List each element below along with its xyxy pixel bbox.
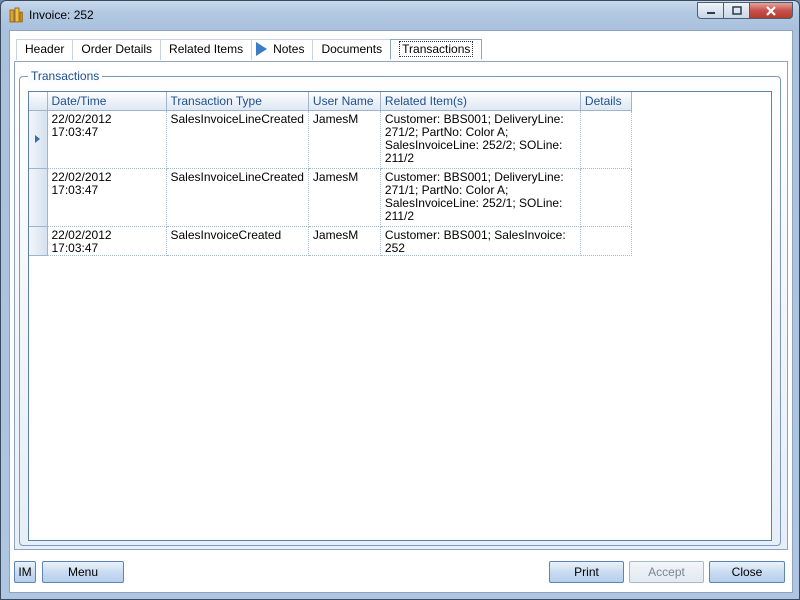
row-header-corner[interactable] xyxy=(29,92,48,111)
tab-header[interactable]: Header xyxy=(16,39,74,60)
im-button[interactable]: IM xyxy=(14,561,36,583)
minimize-icon xyxy=(706,11,715,14)
transactions-table: Date/Time Transaction Type User Name Rel… xyxy=(29,92,632,256)
table-row[interactable]: 22/02/2012 17:03:47 SalesInvoiceCreated … xyxy=(29,226,632,256)
column-header-user-name[interactable]: User Name xyxy=(308,92,381,111)
cell-date-time[interactable]: 22/02/2012 17:03:47 xyxy=(47,168,167,227)
current-row-arrow-icon xyxy=(35,134,41,143)
column-header-related-items[interactable]: Related Item(s) xyxy=(380,92,581,111)
tab-label: Header xyxy=(25,42,65,56)
app-icon xyxy=(9,7,23,23)
tab-notes[interactable]: Notes xyxy=(251,39,314,60)
tab-label: Related Items xyxy=(169,42,244,56)
tab-transactions[interactable]: Transactions xyxy=(390,39,483,60)
tab-strip: Header Order Details Related Items Notes… xyxy=(16,39,483,61)
maximize-button[interactable] xyxy=(723,2,749,19)
tab-panel-transactions: Transactions Date/Time Transaction Type … xyxy=(14,61,788,550)
column-header-details[interactable]: Details xyxy=(580,92,632,111)
table-row[interactable]: 22/02/2012 17:03:47 SalesInvoiceLineCrea… xyxy=(29,168,632,227)
print-button[interactable]: Print xyxy=(549,561,624,583)
cell-user-name[interactable]: JamesM xyxy=(308,110,381,169)
row-header[interactable] xyxy=(29,110,48,169)
cell-date-time[interactable]: 22/02/2012 17:03:47 xyxy=(47,110,167,169)
close-button[interactable]: Close xyxy=(709,561,785,583)
window-client: Header Order Details Related Items Notes… xyxy=(9,30,793,593)
cell-date-time[interactable]: 22/02/2012 17:03:47 xyxy=(47,226,167,256)
minimize-button[interactable] xyxy=(697,2,723,19)
cell-related-items[interactable]: Customer: BBS001; SalesInvoice: 252 xyxy=(380,226,581,256)
row-header[interactable] xyxy=(29,226,48,256)
cell-details[interactable] xyxy=(580,226,632,256)
tab-label: Transactions xyxy=(399,41,474,57)
tab-label: Order Details xyxy=(81,42,153,56)
cell-transaction-type[interactable]: SalesInvoiceLineCreated xyxy=(166,110,309,169)
cell-transaction-type[interactable]: SalesInvoiceCreated xyxy=(166,226,309,256)
cell-related-items[interactable]: Customer: BBS001; DeliveryLine: 271/2; P… xyxy=(380,110,581,169)
column-header-date-time[interactable]: Date/Time xyxy=(47,92,167,111)
close-icon xyxy=(766,5,776,16)
window-controls xyxy=(697,2,793,20)
invoice-window: Invoice: 252 Header Order Details Relate… xyxy=(0,0,800,600)
close-window-button[interactable] xyxy=(749,2,793,19)
tab-related-items[interactable]: Related Items xyxy=(160,39,253,60)
tab-label: Notes xyxy=(273,42,305,56)
play-arrow-icon xyxy=(256,42,268,56)
maximize-icon xyxy=(731,6,742,15)
column-header-transaction-type[interactable]: Transaction Type xyxy=(166,92,309,111)
tab-label: Documents xyxy=(321,42,383,56)
cell-related-items[interactable]: Customer: BBS001; DeliveryLine: 271/1; P… xyxy=(380,168,581,227)
bottom-button-bar: IM Menu Print Accept Close xyxy=(12,553,788,587)
cell-user-name[interactable]: JamesM xyxy=(308,226,381,256)
title-bar[interactable]: Invoice: 252 xyxy=(1,1,799,29)
cell-details[interactable] xyxy=(580,168,632,227)
cell-user-name[interactable]: JamesM xyxy=(308,168,381,227)
tab-documents[interactable]: Documents xyxy=(312,39,392,60)
tab-order-details[interactable]: Order Details xyxy=(72,39,162,60)
transactions-grid[interactable]: Date/Time Transaction Type User Name Rel… xyxy=(28,91,772,541)
transactions-group: Transactions Date/Time Transaction Type … xyxy=(19,69,781,546)
cell-transaction-type[interactable]: SalesInvoiceLineCreated xyxy=(166,168,309,227)
group-label: Transactions xyxy=(28,69,103,83)
cell-details[interactable] xyxy=(580,110,632,169)
window-title: Invoice: 252 xyxy=(29,8,94,22)
header-row: Date/Time Transaction Type User Name Rel… xyxy=(29,92,632,111)
accept-button[interactable]: Accept xyxy=(629,561,704,583)
row-header[interactable] xyxy=(29,168,48,227)
table-row[interactable]: 22/02/2012 17:03:47 SalesInvoiceLineCrea… xyxy=(29,110,632,169)
menu-button[interactable]: Menu xyxy=(42,561,124,583)
